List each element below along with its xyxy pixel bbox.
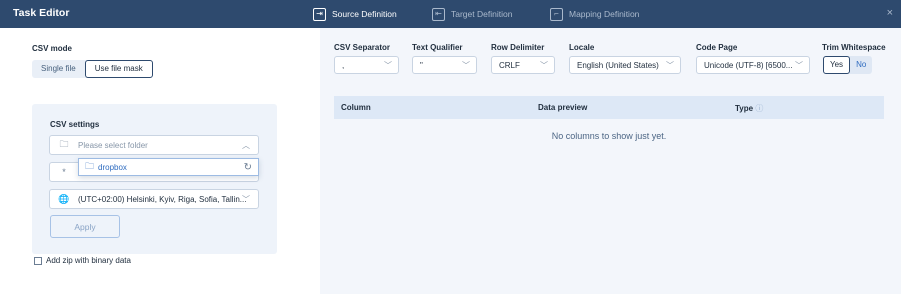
chevron-down-icon: ﹀ [540,61,548,70]
type-label: Type [735,104,754,113]
timezone-value: (UTC+02:00) Helsinki, Kyiv, Riga, Sofia,… [78,194,247,204]
row-delimiter-label: Row Delimiter [491,43,545,52]
tab-target-definition[interactable]: ⇤ Target Definition [432,6,512,22]
text-qualifier-select[interactable]: " ﹀ [412,56,477,74]
source-icon: ⇥ [313,7,326,21]
trim-no[interactable]: No [850,56,872,74]
chevron-down-icon: ﹀ [666,61,674,70]
tab-label: Source Definition [332,9,397,19]
folder-icon: 🗀 [59,139,69,149]
row-delimiter-value: CRLF [499,60,520,70]
folder-dropdown-item[interactable]: 🗀 dropbox ↻ [78,158,259,176]
chevron-down-icon: ﹀ [462,61,470,70]
trim-yes[interactable]: Yes [823,56,851,74]
refresh-icon[interactable]: ↻ [244,162,252,173]
locale-label: Locale [569,43,595,52]
chevron-down-icon: ﹀ [384,61,392,70]
locale-select[interactable]: English (United States) ﹀ [569,56,681,74]
info-icon[interactable]: ⓘ [755,104,763,113]
zip-checkbox-label: Add zip with binary data [46,256,131,265]
mapping-icon: ⌐ [550,7,563,21]
chevron-down-icon: ﹀ [242,195,250,204]
tab-label: Mapping Definition [569,9,640,19]
locale-value: English (United States) [577,60,659,70]
tab-label: Target Definition [451,9,513,19]
zip-checkbox-row[interactable]: Add zip with binary data [34,256,131,265]
column-header-type[interactable]: Type ⓘ [735,103,763,114]
column-header-column[interactable]: Column [341,103,371,112]
empty-state-text: No columns to show just yet. [551,131,667,141]
dropdown-item-label: dropbox [98,162,127,172]
checkbox-icon[interactable] [34,256,42,265]
folder-select[interactable]: 🗀 Please select folder ︿ [49,135,259,155]
csv-mode-label: CSV mode [32,44,73,53]
chevron-down-icon: ﹀ [795,61,803,70]
trim-whitespace-toggle: Yes No [823,56,873,74]
csv-settings-label: CSV settings [50,120,100,129]
csv-separator-value: , [342,60,345,70]
top-bar: Task Editor ⇥ Source Definition ⇤ Target… [0,0,901,28]
globe-icon: 🌐 [58,193,70,204]
row-delimiter-select[interactable]: CRLF ﹀ [491,56,555,74]
text-qualifier-value: " [420,60,423,70]
csv-mode-toggle: Single file Use file mask [32,60,153,78]
timezone-select[interactable]: 🌐 (UTC+02:00) Helsinki, Kyiv, Riga, Sofi… [49,189,259,209]
csv-separator-label: CSV Separator [334,43,391,52]
folder-placeholder: Please select folder [78,140,148,150]
columns-table-header: Column Data preview Type ⓘ [334,96,884,119]
apply-button[interactable]: Apply [50,215,120,238]
page-title: Task Editor [13,7,70,19]
chevron-up-icon: ︿ [242,141,250,150]
tab-mapping-definition[interactable]: ⌐ Mapping Definition [550,6,639,22]
mode-single-file[interactable]: Single file [32,60,85,78]
csv-separator-select[interactable]: , ﹀ [334,56,399,74]
asterisk-icon: * [62,167,66,177]
folder-icon: 🗀 [85,161,95,171]
tab-source-definition[interactable]: ⇥ Source Definition [313,6,397,22]
close-icon[interactable]: × [887,7,893,19]
trim-whitespace-label: Trim Whitespace [822,43,886,52]
code-page-value: Unicode (UTF-8) [6500... [704,60,793,70]
text-qualifier-label: Text Qualifier [412,43,463,52]
column-header-data-preview[interactable]: Data preview [538,103,587,112]
mode-use-file-mask[interactable]: Use file mask [84,60,153,78]
code-page-select[interactable]: Unicode (UTF-8) [6500... ﹀ [696,56,810,74]
target-icon: ⇤ [432,7,445,21]
code-page-label: Code Page [696,43,738,52]
